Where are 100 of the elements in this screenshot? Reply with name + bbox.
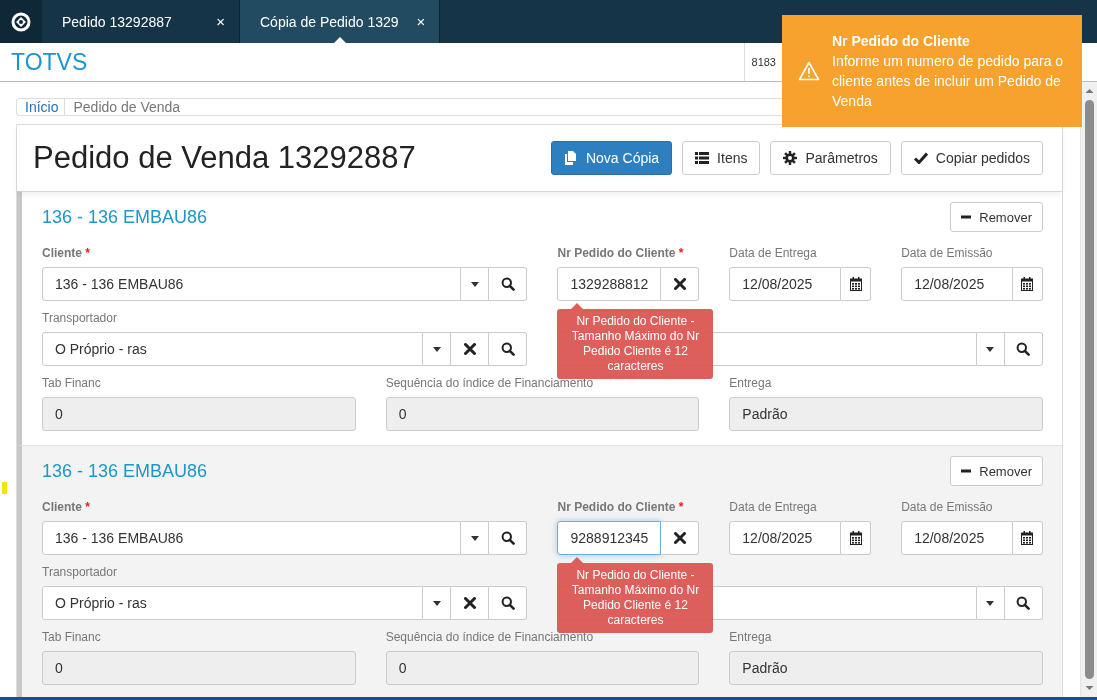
required-mark: * [85,500,91,514]
field-label: Nr Pedido do Cliente [557,500,676,514]
calendar-icon [1021,531,1034,545]
scrollbar-thumb[interactable] [1084,100,1094,679]
caret-icon [433,346,441,352]
toolbar-button[interactable]: Parâmetros [770,141,891,175]
field-label: Transportador [42,565,117,579]
calendar-button[interactable] [841,267,872,301]
brand-logo: TOTVS [11,48,89,76]
input-field[interactable]: 0 [42,651,356,685]
field-label: Tab Financ [42,376,101,390]
required-mark: * [678,500,684,514]
calendar-button[interactable] [841,521,872,555]
search-icon [501,531,515,545]
check-icon [913,152,928,164]
order-heading: 136 - 136 EMBAU86 [42,206,208,228]
input-field[interactable]: 136 - 136 EMBAU86 [42,267,462,301]
remove-button[interactable]: Remover [950,202,1043,232]
input-field[interactable]: 9288912345 [557,521,662,555]
caret-icon [433,600,441,606]
search-button[interactable] [489,586,528,620]
error-tooltip: Nr Pedido do Cliente - Tamanho Máximo do Nr Pedido Cliente é 12 caracteres [557,303,714,379]
caret-icon [471,535,479,541]
clear-icon [673,278,686,290]
settings-icon [783,151,798,165]
calendar-button[interactable] [1013,267,1043,301]
calendar-icon [849,277,862,291]
search-button[interactable] [489,332,528,366]
caret-icon [986,600,995,606]
toolbar-button[interactable]: Copiar pedidos [900,141,1043,175]
input-field[interactable]: 12/08/2025 [901,521,1013,555]
clear-button[interactable] [661,267,700,301]
input-field[interactable]: 12/08/2025 [729,267,842,301]
field-label: Sequência do índice de Financiamento [385,376,594,390]
breadcrumb-link[interactable]: Início [17,99,66,115]
input-field[interactable]: 136 - 136 EMBAU86 [42,521,462,555]
toast-title: Nr Pedido do Cliente [832,32,971,51]
calendar-icon [1021,277,1034,291]
page-title: Pedido de Venda 13292887 [33,140,417,176]
input-field[interactable]: Padrão [729,397,1043,431]
field-label: Data de Emissão [901,246,993,260]
field-label: Data de Entrega [729,246,817,260]
logo-icon[interactable] [11,11,31,32]
search-icon [1016,342,1031,356]
remove-button[interactable]: Remover [950,456,1043,486]
clear-icon [673,532,686,544]
minus-icon [961,469,972,473]
input-field[interactable]: 0 [42,397,356,431]
search-button[interactable] [1005,332,1043,366]
toolbar-button[interactable]: Itens [682,141,761,175]
search-icon [501,277,515,291]
clear-button[interactable] [661,521,700,555]
field-label: Cliente [42,500,82,514]
input-field[interactable]: 0 [385,397,700,431]
list-icon [695,152,710,164]
field-label: Nr Pedido do Cliente [557,246,676,260]
search-button[interactable] [1005,586,1043,620]
field-label: Cliente [42,246,82,260]
field-label: Data de Emissão [901,500,993,514]
calendar-button[interactable] [1013,521,1043,555]
breadcrumb-current: Pedido de Venda [72,99,182,115]
input-field[interactable]: O Próprio - ras [42,586,424,620]
search-icon [501,596,515,610]
tab[interactable]: Cópia de Pedido 1329 × [240,0,441,43]
search-icon [1016,596,1031,610]
field-label: Data de Entrega [729,500,817,514]
order-heading: 136 - 136 EMBAU86 [42,460,208,482]
minus-icon [961,215,972,219]
input-field[interactable]: 0 [385,651,700,685]
clear-button[interactable] [451,332,490,366]
search-button[interactable] [489,267,528,301]
field-label: Sequência do índice de Financiamento [385,630,594,644]
copy-icon [563,151,578,165]
dropdown-button[interactable] [977,332,1005,366]
tab-close-button[interactable]: × [216,13,225,30]
error-tooltip: Nr Pedido do Cliente - Tamanho Máximo do Nr Pedido Cliente é 12 caracteres [557,557,714,633]
caret-icon [986,346,995,352]
input-field[interactable]: 12/08/2025 [901,267,1013,301]
calendar-icon [849,531,862,545]
dropdown-button[interactable] [977,586,1005,620]
field-label: Transportador [42,311,117,325]
input-field[interactable]: 12/08/2025 [729,521,842,555]
tab-label: Pedido 13292887 [62,13,172,30]
search-button[interactable] [489,521,528,555]
input-field[interactable]: 1329288812 [557,267,662,301]
clear-icon [464,597,476,609]
field-label: Tab Financ [42,630,101,644]
input-field[interactable]: O Próprio - ras [42,332,424,366]
clear-button[interactable] [451,586,490,620]
tab-close-button[interactable]: × [416,13,426,30]
clear-icon [464,343,476,355]
caret-icon [471,281,479,287]
field-label: Entrega [729,630,772,644]
marker-bar [2,482,7,494]
warning-icon [798,61,820,81]
input-field[interactable]: Padrão [729,651,1043,685]
field-label: Entrega [729,376,772,390]
toast-message: Informe um numero de pedido para o cliente antes de incluir um Pedido de Venda [832,52,1065,111]
tab-label: Cópia de Pedido 1329 [260,13,399,30]
toolbar-button[interactable]: Nova Cópia [550,141,673,175]
